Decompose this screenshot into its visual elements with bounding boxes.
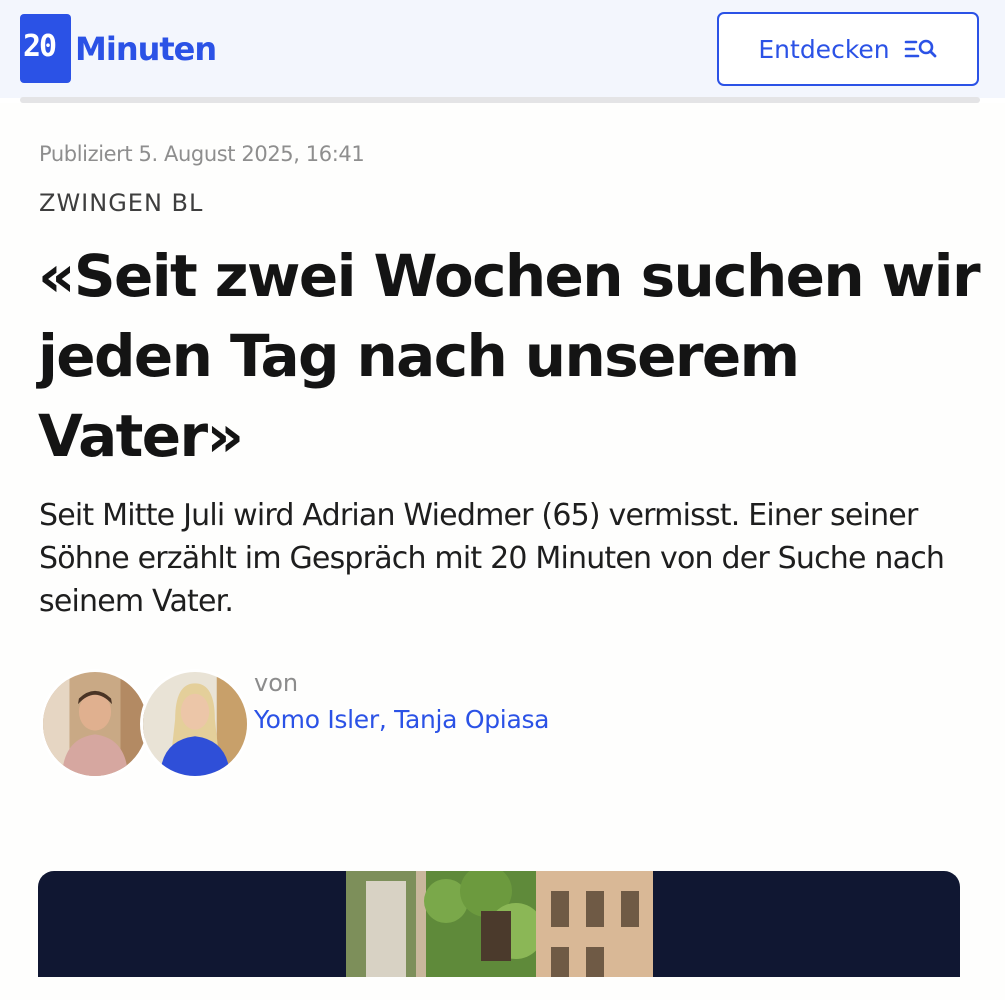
byline-prefix: von [254, 669, 299, 697]
article-hero-media[interactable] [38, 871, 960, 977]
article-kicker: ZWINGEN BL [39, 189, 204, 217]
byline-authors-link[interactable]: Yomo Isler, Tanja Opiasa [254, 705, 550, 734]
author-avatar[interactable] [40, 669, 150, 779]
logo-mark-digits: 20 [23, 29, 57, 64]
hero-photo [346, 871, 653, 977]
logo-wordmark: Minuten [75, 29, 217, 68]
site-header: 20 Minuten Entdecken [0, 0, 1005, 98]
author-byline: von Yomo Isler, Tanja Opiasa [40, 669, 600, 781]
author-photo [43, 672, 147, 776]
site-logo[interactable]: 20 Minuten [20, 14, 217, 83]
logo-mark: 20 [20, 14, 71, 83]
article-lead: Seit Mitte Juli wird Adrian Wiedmer (65)… [39, 498, 945, 619]
article-headline: «Seit zwei Wochen suchen wir jeden Tag n… [38, 242, 981, 470]
discover-button-label: Entdecken [758, 34, 890, 64]
author-photo [143, 672, 247, 776]
discover-button[interactable]: Entdecken [717, 12, 979, 86]
author-avatar[interactable] [140, 669, 250, 779]
publish-date: Publiziert 5. August 2025, 16:41 [39, 142, 365, 166]
search-list-icon [904, 39, 937, 58]
